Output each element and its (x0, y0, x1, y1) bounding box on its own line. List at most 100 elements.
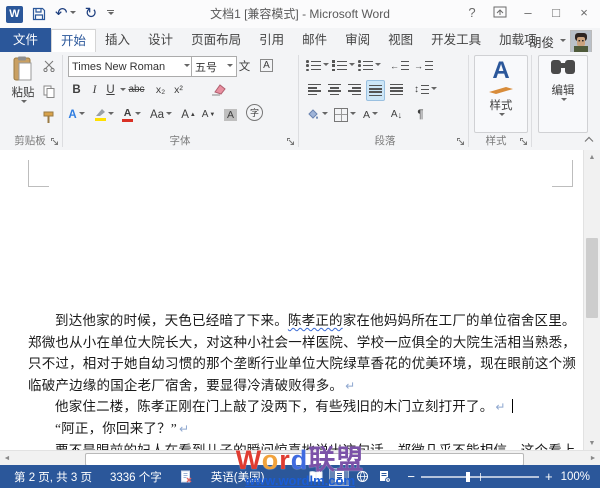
web-layout-icon[interactable] (353, 469, 371, 485)
underline-dropdown-icon[interactable] (120, 88, 126, 94)
distribute-button[interactable] (388, 80, 405, 99)
styles-dialog-launcher[interactable] (519, 137, 529, 147)
ribbon-display-options-button[interactable] (488, 2, 512, 22)
numbering-button[interactable] (332, 56, 355, 75)
tab-mailings[interactable]: 邮件 (293, 29, 336, 52)
document-text[interactable]: 到达他家的时候，天色已经暗了下来。陈孝正的家在他妈妈所在工厂的单位宿舍区里。郑微… (28, 310, 574, 450)
user-avatar[interactable] (570, 30, 592, 53)
redo-button[interactable]: ↻ (85, 7, 98, 21)
shading-button[interactable] (306, 105, 328, 124)
paste-button[interactable]: 粘贴 (6, 56, 40, 106)
editing-button[interactable]: 编辑 (538, 55, 588, 133)
zoom-level[interactable]: 100% (559, 471, 592, 483)
justify-button[interactable] (366, 80, 385, 101)
document-page[interactable]: 到达他家的时候，天色已经暗了下来。陈孝正的家在他妈妈所在工厂的单位宿舍区里。郑微… (0, 150, 584, 450)
justify-icon (369, 85, 382, 96)
quick-access-toolbar: W ↶ ↻ (6, 3, 114, 25)
save-icon[interactable] (32, 7, 46, 21)
decrease-indent-button[interactable]: ← (390, 56, 409, 75)
zoom-slider[interactable] (421, 476, 539, 478)
scroll-right-button[interactable]: ► (586, 451, 600, 466)
tab-home[interactable]: 开始 (51, 29, 96, 52)
scroll-up-button[interactable]: ▲ (584, 150, 600, 164)
align-right-icon (348, 84, 361, 95)
language-indicator[interactable]: 英语(美国) (205, 469, 271, 485)
text-effects-button[interactable]: A (68, 105, 85, 124)
line-spacing-button[interactable]: ↕ (414, 80, 437, 99)
macro-shortcut-icon[interactable] (376, 469, 394, 485)
highlight-button[interactable] (94, 105, 114, 124)
shrink-font-button[interactable]: A▼ (200, 105, 217, 124)
close-button[interactable]: × (572, 2, 596, 22)
align-center-button[interactable] (326, 80, 343, 99)
phonetic-guide-button[interactable]: 文 (236, 56, 253, 75)
increase-indent-button[interactable]: → (414, 56, 433, 75)
undo-button[interactable]: ↶ (55, 7, 76, 21)
page-indicator[interactable]: 第 2 页, 共 3 页 (8, 469, 98, 485)
user-name[interactable]: 胡俊 (529, 32, 554, 51)
copy-button[interactable] (40, 82, 57, 101)
underline-button[interactable]: U (102, 80, 119, 99)
zoom-slider-thumb[interactable] (466, 472, 470, 482)
tab-design[interactable]: 设计 (139, 29, 182, 52)
bullets-button[interactable] (306, 56, 329, 75)
word-count[interactable]: 3336 个字 (104, 469, 168, 485)
font-color-button[interactable]: A (122, 105, 141, 124)
styles-brush-icon (488, 86, 514, 94)
character-border-button[interactable]: A (258, 56, 275, 75)
numbering-icon (332, 60, 347, 72)
clear-formatting-button[interactable] (210, 80, 227, 99)
maximize-button[interactable]: □ (544, 2, 568, 22)
strikethrough-button[interactable]: abc (128, 80, 145, 99)
customize-qat-button[interactable] (106, 10, 114, 18)
zoom-out-button[interactable]: − (407, 472, 415, 482)
horizontal-scrollbar[interactable]: ◄ ► (0, 450, 600, 466)
distribute-icon (390, 84, 403, 95)
collapse-ribbon-button[interactable] (584, 136, 594, 146)
tab-review[interactable]: 审阅 (336, 29, 379, 52)
text-line: 郑微也从小在单位大院长大，对这种小社会一样医院、学校一应俱全的大院生活相当熟悉， (28, 332, 574, 354)
cut-button[interactable] (40, 56, 57, 75)
subscript-button[interactable]: x₂ (152, 80, 169, 99)
help-button[interactable]: ? (460, 2, 484, 22)
print-layout-icon[interactable] (330, 469, 348, 485)
tab-page-layout[interactable]: 页面布局 (182, 29, 250, 52)
change-case-button[interactable]: Aa (150, 105, 172, 124)
grow-font-button[interactable]: A▲ (180, 105, 197, 124)
tab-developer[interactable]: 开发工具 (422, 29, 490, 52)
borders-button[interactable] (334, 105, 356, 124)
paragraph-dialog-launcher[interactable] (456, 137, 466, 147)
scroll-left-button[interactable]: ◄ (0, 451, 14, 466)
shrink-font-icon: ▼ (209, 112, 215, 118)
tab-insert[interactable]: 插入 (96, 29, 139, 52)
clipboard-dialog-launcher[interactable] (50, 137, 60, 147)
show-hide-marks-button[interactable]: ¶ (412, 105, 429, 124)
tab-view[interactable]: 视图 (379, 29, 422, 52)
text-line: 要不是眼前的妇人在看到儿子的瞬间惊喜地说出这句话，郑微几乎不能相信，这个看上 (28, 440, 574, 450)
vertical-scroll-thumb[interactable] (586, 238, 598, 318)
align-left-button[interactable] (306, 80, 323, 99)
font-name-combo[interactable]: Times New Roman (68, 56, 194, 77)
character-shading-button[interactable]: A (222, 105, 239, 124)
scroll-down-button[interactable]: ▼ (584, 436, 600, 450)
multilevel-list-button[interactable] (358, 56, 381, 75)
vertical-scrollbar[interactable]: ▲ ▼ (583, 150, 600, 450)
minimize-button[interactable]: – (516, 2, 540, 22)
styles-gallery-button[interactable]: A 样式 (474, 55, 528, 133)
sort-button[interactable]: A↓ (388, 105, 405, 124)
tab-references[interactable]: 引用 (250, 29, 293, 52)
font-dialog-launcher[interactable] (286, 137, 296, 147)
superscript-button[interactable]: x² (170, 80, 187, 99)
format-painter-button[interactable] (40, 108, 57, 127)
read-mode-icon[interactable] (307, 469, 325, 485)
tab-file[interactable]: 文件 (0, 28, 51, 52)
zoom-in-button[interactable]: + (545, 472, 553, 482)
align-right-button[interactable] (346, 80, 363, 99)
proofing-status[interactable] (174, 470, 199, 483)
asian-layout-button[interactable]: A (362, 105, 379, 124)
italic-button[interactable]: I (86, 80, 103, 99)
enclose-characters-button[interactable]: 字 (246, 103, 263, 122)
font-size-combo[interactable]: 五号 (191, 56, 237, 77)
bold-button[interactable]: B (68, 80, 85, 99)
copy-icon (43, 85, 55, 98)
